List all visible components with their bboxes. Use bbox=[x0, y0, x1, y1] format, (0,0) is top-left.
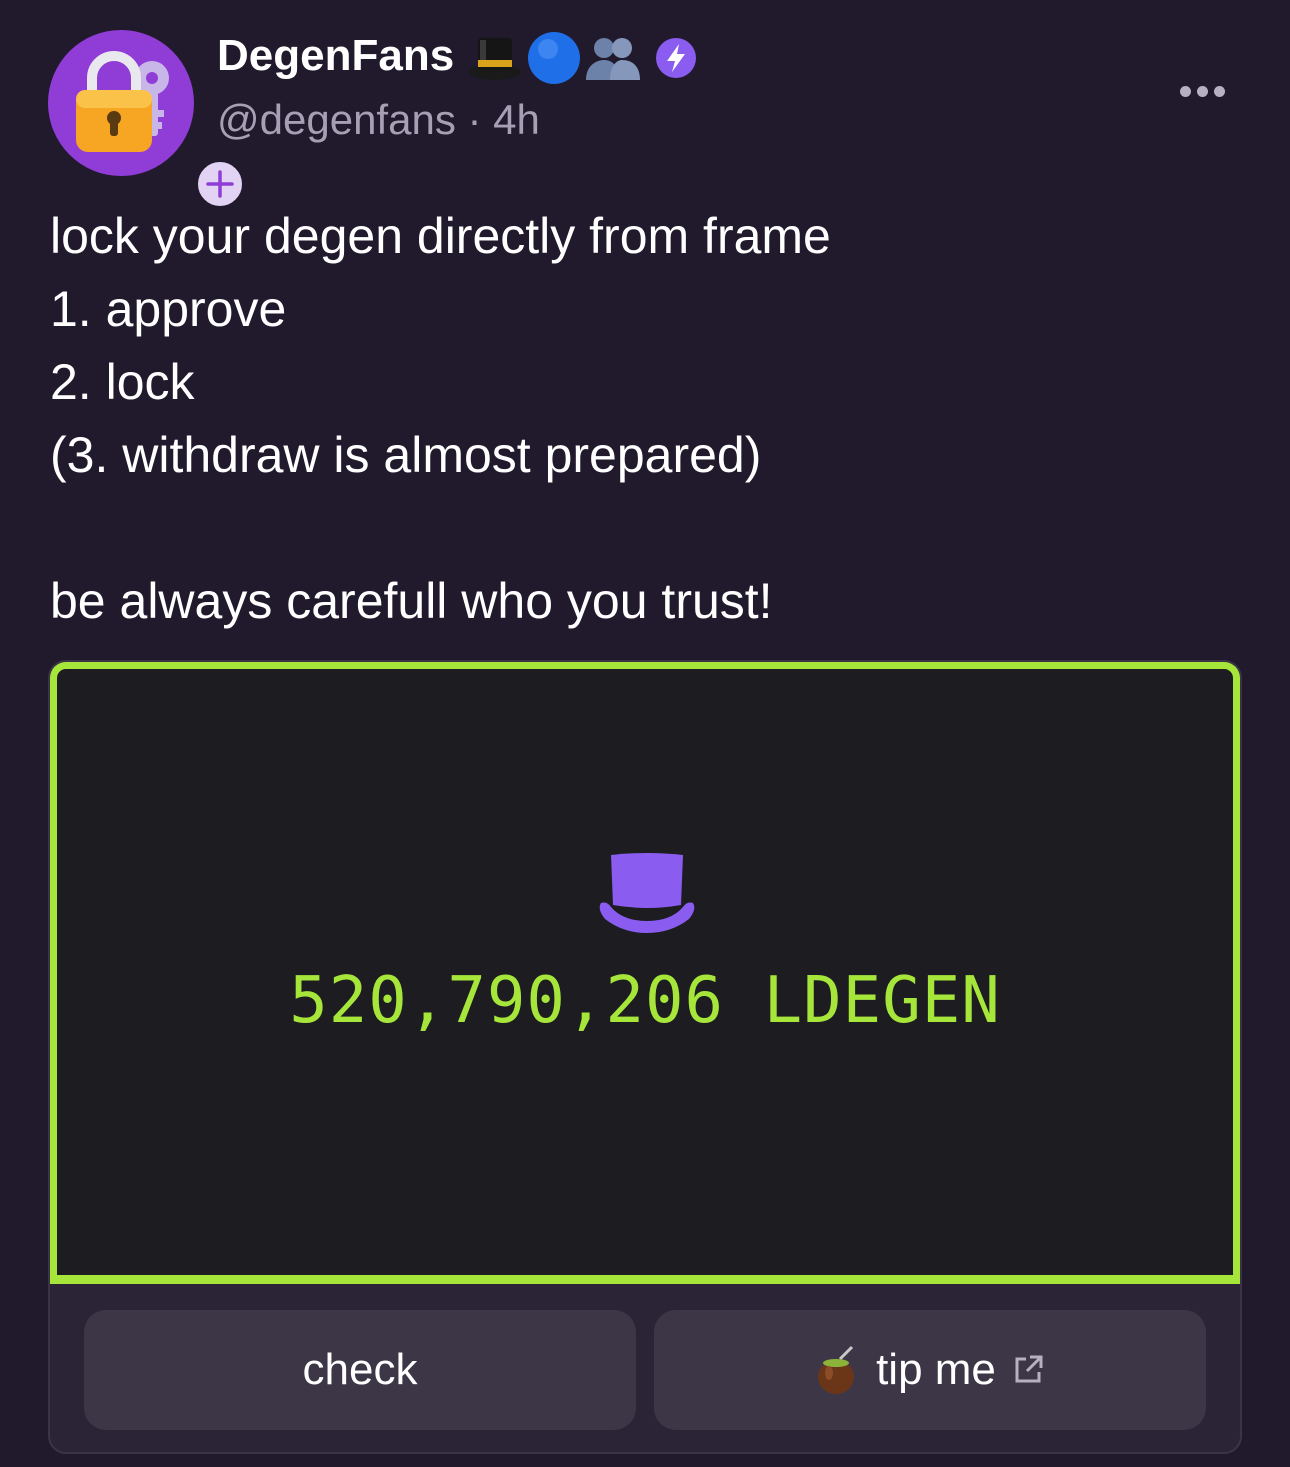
tip-me-button[interactable]: tip me bbox=[654, 1310, 1206, 1430]
mate-gourd-icon bbox=[818, 1345, 855, 1394]
blue-circle-icon bbox=[528, 32, 580, 84]
post-line: (3. withdraw is almost prepared) bbox=[50, 427, 762, 483]
more-dots-icon bbox=[1180, 86, 1191, 97]
separator-dot: · bbox=[467, 96, 482, 143]
author-badges bbox=[466, 30, 700, 86]
purple-top-hat-icon bbox=[599, 853, 695, 933]
post-line: be always carefull who you trust! bbox=[50, 573, 773, 629]
top-hat-icon bbox=[469, 38, 521, 80]
plus-icon bbox=[206, 170, 234, 198]
author-handle[interactable]: @degenfans bbox=[217, 96, 456, 143]
author-handle-line: @degenfans · 4h bbox=[217, 96, 540, 144]
author-display-name[interactable]: DegenFans bbox=[217, 30, 454, 82]
post-text: lock your degen directly from frame 1. a… bbox=[50, 200, 1250, 638]
post-line: 2. lock bbox=[50, 354, 195, 410]
people-icon bbox=[586, 38, 640, 80]
avatar[interactable] bbox=[48, 30, 246, 210]
check-button-label: check bbox=[302, 1345, 418, 1394]
lock-key-icon bbox=[76, 51, 169, 152]
frame-image[interactable]: 520,790,206 LDEGEN bbox=[50, 662, 1240, 1284]
more-options-button[interactable] bbox=[1180, 86, 1225, 97]
locked-amount: 520,790,206 LDEGEN bbox=[289, 964, 1001, 1038]
post-line: 1. approve bbox=[50, 281, 287, 337]
post-timestamp[interactable]: 4h bbox=[493, 96, 540, 143]
power-badge-icon bbox=[656, 38, 696, 78]
check-button[interactable]: check bbox=[84, 1310, 636, 1430]
post-line bbox=[50, 492, 1250, 565]
post-line: lock your degen directly from frame bbox=[50, 208, 831, 264]
tip-me-button-label: tip me bbox=[876, 1345, 996, 1394]
frame-embed: 520,790,206 LDEGEN check tip me bbox=[48, 660, 1242, 1454]
external-link-icon bbox=[1015, 1355, 1043, 1383]
